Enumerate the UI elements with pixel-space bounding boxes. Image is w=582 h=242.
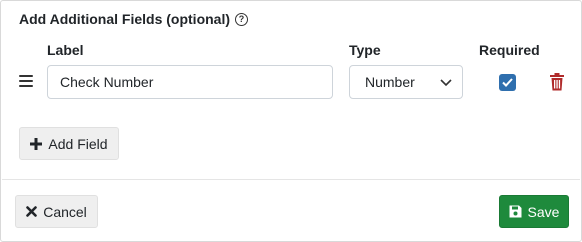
required-checkbox[interactable]: [499, 74, 516, 91]
add-field-label: Add Field: [48, 135, 108, 152]
trash-icon[interactable]: [550, 73, 564, 91]
plus-icon: [30, 137, 43, 150]
drag-handle-icon[interactable]: [19, 75, 33, 87]
footer-divider: [2, 179, 580, 180]
cancel-label: Cancel: [43, 203, 87, 220]
close-icon: [26, 206, 38, 217]
field-type-value: Number: [365, 74, 415, 90]
save-button[interactable]: Save: [499, 195, 569, 228]
field-label-input[interactable]: [47, 65, 333, 99]
checkmark-icon: [502, 78, 513, 87]
chevron-down-icon: [440, 79, 452, 87]
column-header-required: Required: [479, 42, 540, 58]
cancel-button[interactable]: Cancel: [15, 195, 98, 228]
column-header-type: Type: [349, 42, 381, 58]
column-header-label: Label: [47, 42, 84, 58]
section-title: Add Additional Fields (optional): [19, 11, 231, 27]
field-type-select[interactable]: Number: [349, 65, 463, 99]
section-heading: Add Additional Fields (optional) ?: [19, 9, 249, 29]
add-field-button[interactable]: Add Field: [19, 127, 119, 160]
save-label: Save: [527, 203, 560, 220]
save-icon: [509, 205, 522, 218]
modal-panel: Add Additional Fields (optional) ? Label…: [0, 0, 582, 242]
question-circle-icon[interactable]: ?: [235, 12, 249, 26]
